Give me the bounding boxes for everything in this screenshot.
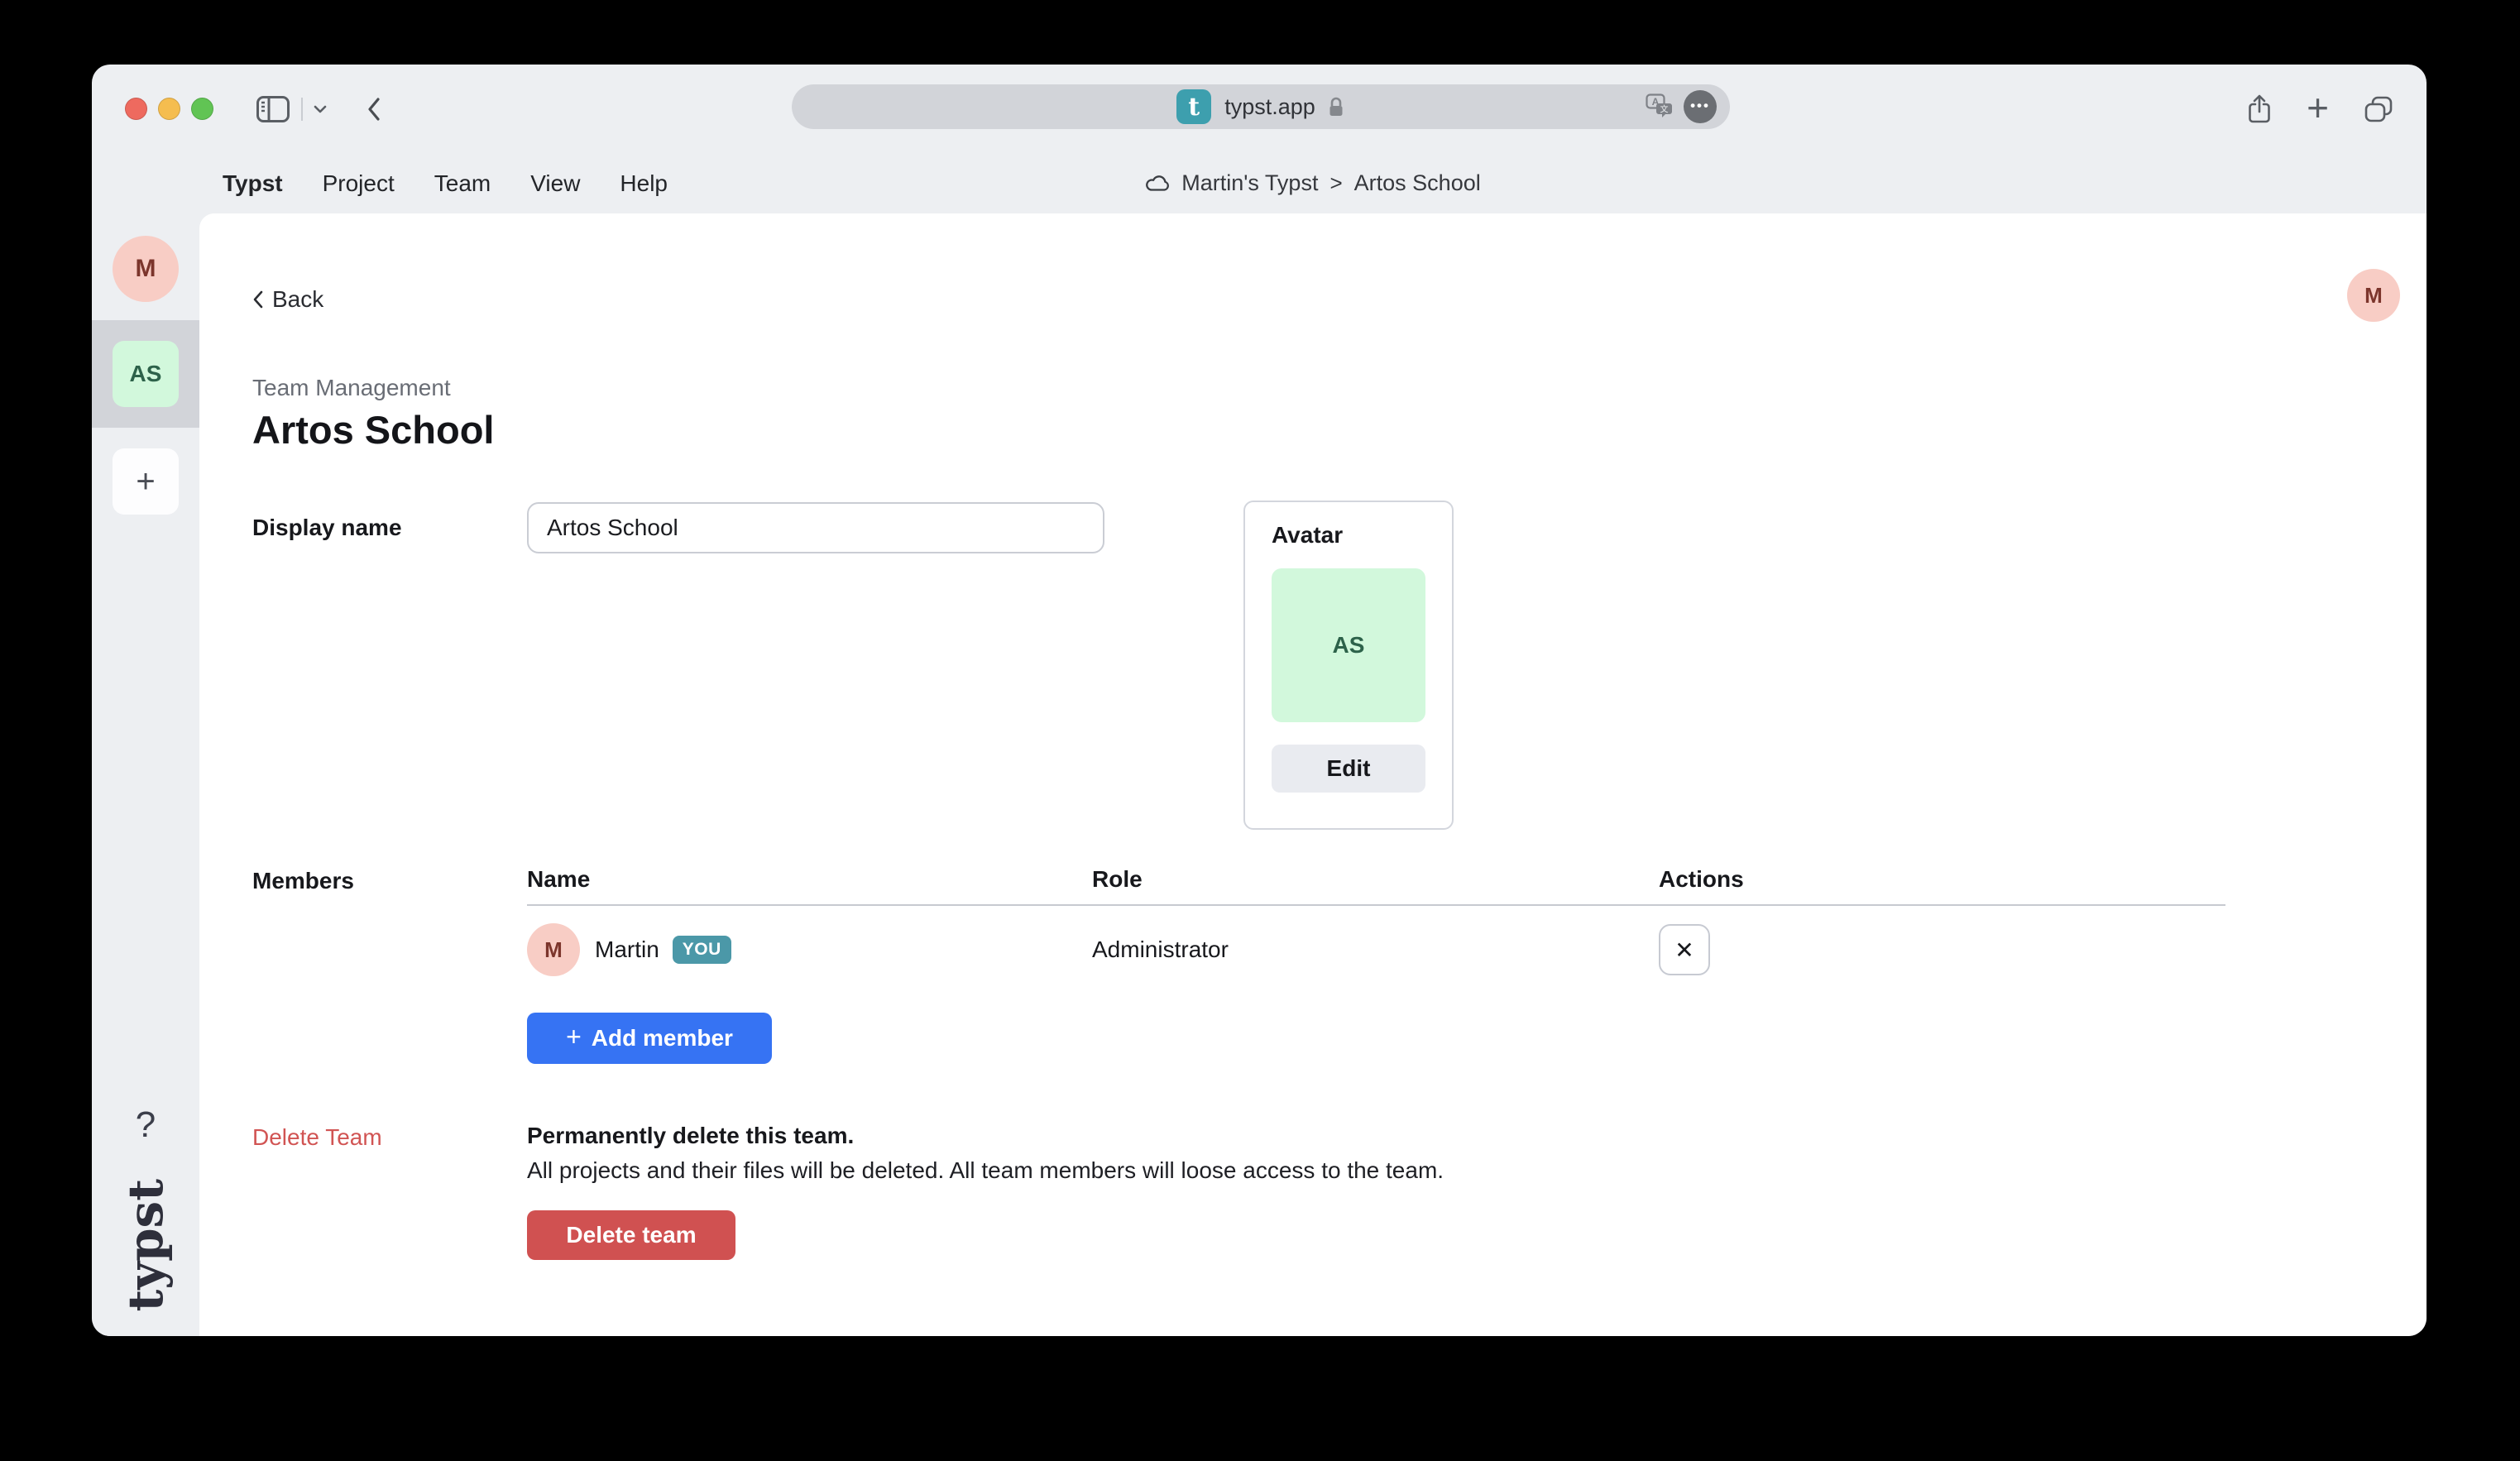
- browser-window: t typst.app A 文: [92, 65, 2427, 1336]
- translate-icon[interactable]: A 文: [1646, 93, 1675, 120]
- app-menu-bar: Typst Project Team View Help Martin's Ty…: [92, 153, 2427, 213]
- display-name-label: Display name: [252, 515, 527, 541]
- browser-toolbar: t typst.app A 文: [92, 65, 2427, 153]
- browser-back-icon[interactable]: [366, 96, 382, 122]
- column-actions: Actions: [1659, 866, 2225, 893]
- typst-logo[interactable]: typst: [117, 1179, 174, 1312]
- breadcrumb-workspace[interactable]: Martin's Typst: [1181, 170, 1318, 196]
- sidebar-toggle-icon[interactable]: [256, 96, 290, 122]
- toolbar-divider: [301, 98, 303, 121]
- extensions-more-icon[interactable]: •••: [1684, 90, 1717, 123]
- delete-description: All projects and their files will be del…: [527, 1157, 1444, 1184]
- members-table: Name Role Actions M Martin YOU Administr…: [527, 866, 2225, 1064]
- column-name: Name: [527, 866, 1092, 893]
- site-favicon: t: [1176, 89, 1211, 124]
- lock-icon: [1327, 95, 1345, 118]
- breadcrumb: Martin's Typst > Artos School: [199, 153, 2427, 213]
- sidebar-add-team-button[interactable]: +: [113, 448, 179, 515]
- you-badge: YOU: [673, 936, 731, 964]
- delete-team-label: Delete Team: [252, 1123, 527, 1260]
- add-member-button[interactable]: + Add member: [527, 1013, 772, 1064]
- members-label: Members: [252, 866, 527, 1064]
- avatar-card-title: Avatar: [1272, 522, 1425, 548]
- column-role: Role: [1092, 866, 1659, 893]
- display-name-input[interactable]: [527, 502, 1104, 553]
- url-text: typst.app: [1224, 94, 1315, 120]
- section-label: Team Management: [252, 375, 2427, 401]
- remove-member-button[interactable]: ✕: [1659, 924, 1710, 975]
- close-window-button[interactable]: [125, 98, 147, 120]
- sidebar-team-avatar[interactable]: AS: [113, 341, 179, 407]
- tab-overview-icon[interactable]: [2364, 96, 2393, 122]
- screen: t typst.app A 文: [0, 0, 2520, 1461]
- page-title: Artos School: [252, 408, 2427, 453]
- cloud-icon: [1145, 175, 1171, 193]
- address-bar[interactable]: t typst.app A 文: [792, 84, 1730, 129]
- member-name: Martin: [595, 936, 659, 963]
- members-table-header: Name Role Actions: [527, 866, 2225, 906]
- back-link[interactable]: Back: [252, 286, 323, 313]
- team-avatar-preview: AS: [1272, 568, 1425, 722]
- delete-team-button[interactable]: Delete team: [527, 1210, 735, 1260]
- delete-team-section: Delete Team Permanently delete this team…: [252, 1123, 2427, 1260]
- member-role: Administrator: [1092, 936, 1659, 963]
- add-member-label: Add member: [592, 1025, 733, 1051]
- traffic-lights: [125, 98, 213, 120]
- table-row: M Martin YOU Administrator ✕: [527, 923, 2225, 976]
- breadcrumb-current[interactable]: Artos School: [1354, 170, 1481, 196]
- back-chevron-icon: [252, 290, 264, 309]
- members-section: Members Name Role Actions M Martin YOU: [252, 866, 2427, 1064]
- help-icon[interactable]: ?: [136, 1104, 156, 1146]
- zoom-window-button[interactable]: [191, 98, 213, 120]
- minimize-window-button[interactable]: [158, 98, 180, 120]
- new-tab-icon[interactable]: +: [2307, 92, 2329, 127]
- app-body: M AS + ? typst M Back Team Management: [92, 213, 2427, 1336]
- sidebar-selected-band: AS: [92, 320, 199, 428]
- back-label: Back: [272, 286, 323, 313]
- avatar-card: Avatar AS Edit: [1243, 501, 1454, 830]
- sidebar-user-avatar[interactable]: M: [113, 236, 179, 302]
- share-icon[interactable]: [2247, 93, 2272, 125]
- plus-icon: +: [566, 1022, 582, 1052]
- edit-avatar-button[interactable]: Edit: [1272, 745, 1425, 793]
- chevron-down-icon[interactable]: [313, 104, 328, 114]
- breadcrumb-separator: >: [1328, 170, 1344, 196]
- delete-headline: Permanently delete this team.: [527, 1123, 1444, 1149]
- member-avatar: M: [527, 923, 580, 976]
- svg-text:文: 文: [1660, 104, 1669, 115]
- account-avatar[interactable]: M: [2347, 269, 2400, 322]
- main-panel: M Back Team Management Artos School Disp…: [199, 213, 2427, 1336]
- workspace-sidebar: M AS + ? typst: [92, 213, 199, 1336]
